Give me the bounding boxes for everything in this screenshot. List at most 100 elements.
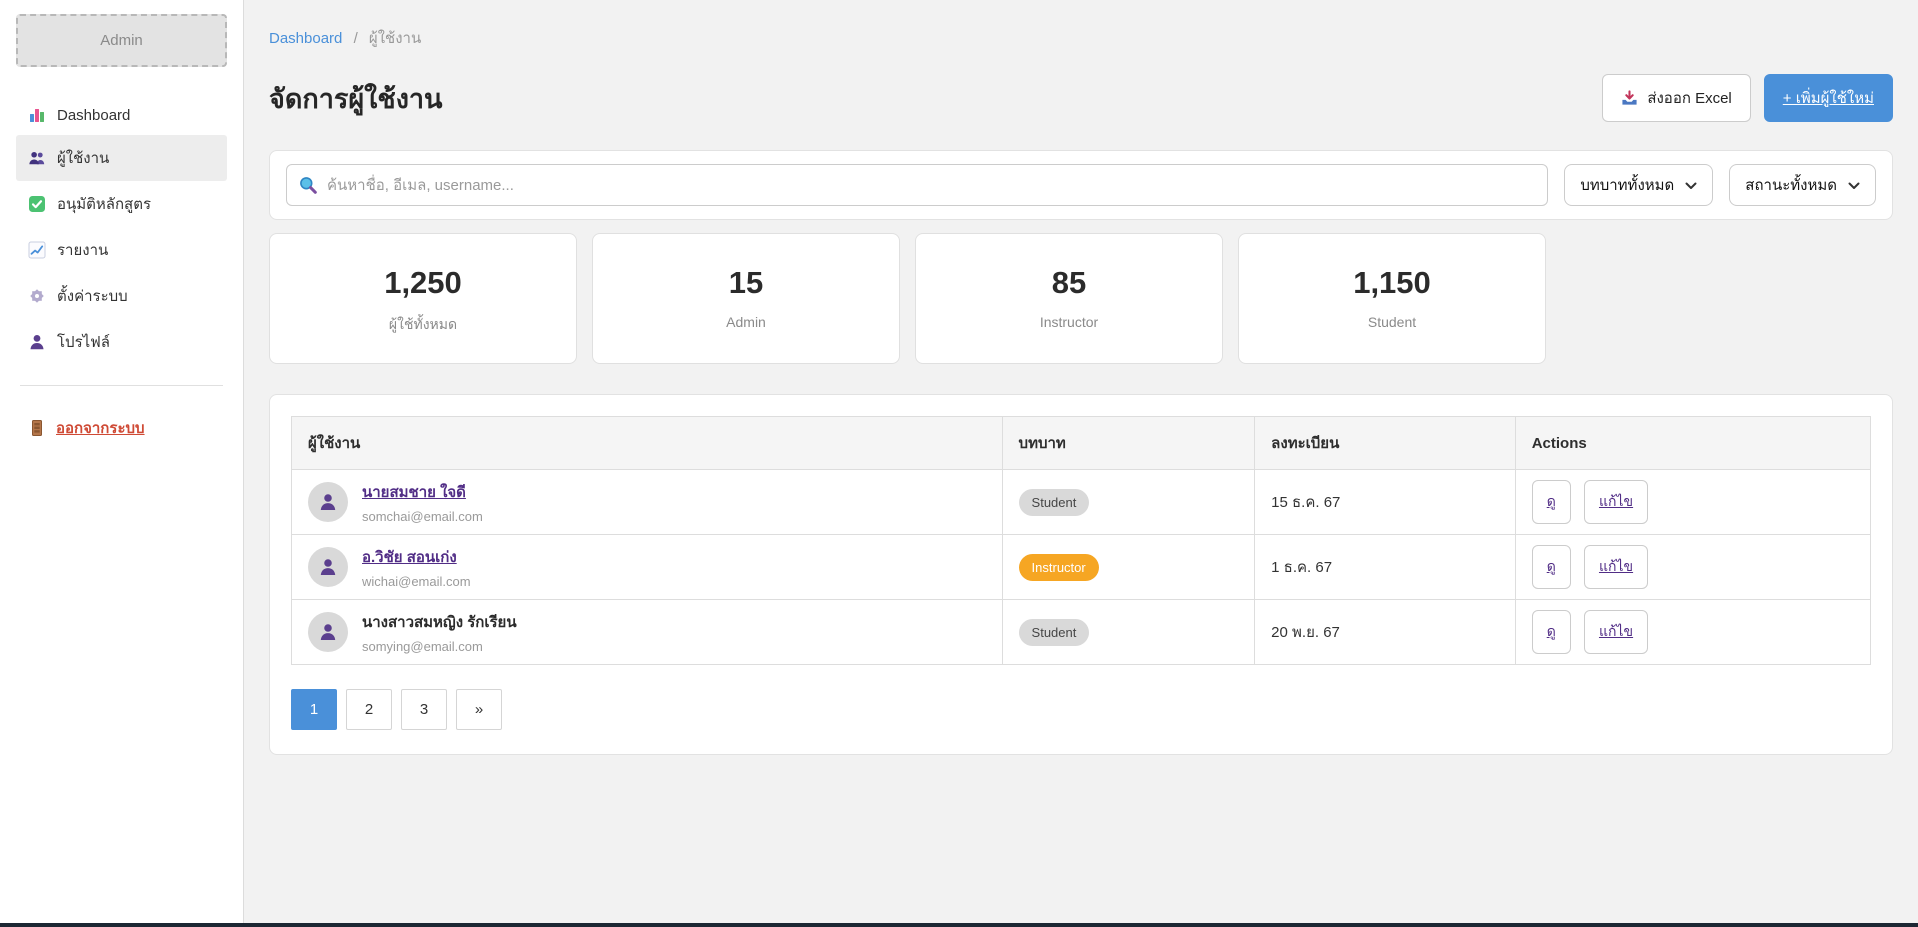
stat-card-student: 1,150 Student (1238, 233, 1546, 364)
check-icon (28, 195, 46, 213)
edit-button[interactable]: แก้ไข (1584, 545, 1648, 589)
user-name-link[interactable]: อ.วิชัย สอนเก่ง (362, 545, 457, 569)
stat-card-instructor: 85 Instructor (915, 233, 1223, 364)
sidebar-item-label: โปรไฟล์ (57, 330, 110, 354)
pagination-page-1[interactable]: 1 (291, 689, 337, 730)
stat-label: ผู้ใช้ทั้งหมด (280, 314, 566, 336)
sidebar-item-label: รายงาน (57, 238, 108, 262)
edit-button[interactable]: แก้ไข (1584, 610, 1648, 654)
role-filter-value: บทบาททั้งหมด (1580, 173, 1674, 197)
pagination: 1 2 3 » (291, 689, 1871, 730)
export-excel-label: ส่งออก Excel (1647, 86, 1731, 110)
registered-date: 15 ธ.ค. 67 (1271, 494, 1340, 511)
table-row: นายสมชาย ใจดี somchai@email.com Student … (292, 470, 1871, 535)
column-header-user: ผู้ใช้งาน (292, 417, 1003, 470)
page-header: จัดการผู้ใช้งาน ส่งออก Excel + เพิ่มผู้ใ… (269, 74, 1893, 122)
status-filter-select[interactable]: สถานะทั้งหมด (1729, 164, 1876, 206)
stat-value: 15 (603, 265, 889, 301)
stat-value: 85 (926, 265, 1212, 301)
user-email: somchai@email.com (362, 509, 483, 524)
column-header-role: บทบาท (1002, 417, 1255, 470)
export-excel-button[interactable]: ส่งออก Excel (1602, 74, 1750, 122)
stat-label: Student (1249, 314, 1535, 330)
avatar (308, 612, 348, 652)
pagination-next[interactable]: » (456, 689, 502, 730)
role-badge: Student (1019, 619, 1090, 646)
search-wrapper (286, 164, 1548, 206)
breadcrumb: Dashboard / ผู้ใช้งาน (269, 26, 1893, 50)
add-user-button[interactable]: + เพิ่มผู้ใช้ใหม่ (1764, 74, 1893, 122)
role-filter-select[interactable]: บทบาททั้งหมด (1564, 164, 1713, 206)
bar-chart-icon (28, 106, 46, 124)
sidebar-item-course-approval[interactable]: อนุมัติหลักสูตร (16, 181, 227, 227)
user-email: wichai@email.com (362, 574, 471, 589)
table-header-row: ผู้ใช้งาน บทบาท ลงทะเบียน Actions (292, 417, 1871, 470)
view-button[interactable]: ดู (1532, 610, 1571, 654)
sidebar-item-users[interactable]: ผู้ใช้งาน (16, 135, 227, 181)
person-icon (28, 333, 46, 351)
chevron-down-icon (1685, 177, 1697, 194)
stats-row: 1,250 ผู้ใช้ทั้งหมด 15 Admin 85 Instruct… (269, 233, 1546, 364)
main-content: Dashboard / ผู้ใช้งาน จัดการผู้ใช้งาน ส่… (244, 0, 1918, 927)
chevron-down-icon (1848, 177, 1860, 194)
registered-date: 20 พ.ย. 67 (1271, 624, 1340, 641)
user-cell: นางสาวสมหญิง รักเรียน somying@email.com (308, 610, 986, 654)
sidebar-item-profile[interactable]: โปรไฟล์ (16, 319, 227, 365)
sidebar: Admin Dashboard ผู้ใช้งาน อนุมัติหลักสูต… (0, 0, 244, 927)
line-chart-icon (28, 241, 46, 259)
stat-label: Instructor (926, 314, 1212, 330)
avatar (308, 547, 348, 587)
window-bottom-edge (0, 923, 1918, 927)
gear-icon (28, 287, 46, 305)
edit-button[interactable]: แก้ไข (1584, 480, 1648, 524)
user-info: อ.วิชัย สอนเก่ง wichai@email.com (362, 545, 471, 589)
breadcrumb-current: ผู้ใช้งาน (369, 30, 421, 47)
stat-value: 1,250 (280, 265, 566, 301)
user-name-link[interactable]: นางสาวสมหญิง รักเรียน (362, 610, 517, 634)
users-table-panel: ผู้ใช้งาน บทบาท ลงทะเบียน Actions (269, 394, 1893, 755)
admin-logo-box: Admin (16, 14, 227, 67)
user-cell: อ.วิชัย สอนเก่ง wichai@email.com (308, 545, 986, 589)
pagination-page-3[interactable]: 3 (401, 689, 447, 730)
sidebar-item-reports[interactable]: รายงาน (16, 227, 227, 273)
stat-card-total-users: 1,250 ผู้ใช้ทั้งหมด (269, 233, 577, 364)
role-badge: Student (1019, 489, 1090, 516)
download-icon (1621, 90, 1638, 107)
table-row: นางสาวสมหญิง รักเรียน somying@email.com … (292, 600, 1871, 665)
registered-date: 1 ธ.ค. 67 (1271, 559, 1332, 576)
sidebar-item-label: อนุมัติหลักสูตร (57, 192, 151, 216)
users-icon (28, 149, 46, 167)
sidebar-item-label: ผู้ใช้งาน (57, 146, 109, 170)
column-header-actions: Actions (1515, 417, 1870, 470)
view-button[interactable]: ดู (1532, 480, 1571, 524)
breadcrumb-separator: / (354, 30, 358, 47)
role-badge: Instructor (1019, 554, 1099, 581)
app-window: Admin Dashboard ผู้ใช้งาน อนุมัติหลักสูต… (0, 0, 1918, 927)
user-info: นายสมชาย ใจดี somchai@email.com (362, 480, 483, 524)
user-email: somying@email.com (362, 639, 517, 654)
view-button[interactable]: ดู (1532, 545, 1571, 589)
filter-panel: บทบาททั้งหมด สถานะทั้งหมด (269, 150, 1893, 220)
search-icon (298, 175, 318, 195)
admin-logo-label: Admin (100, 32, 143, 49)
users-table: ผู้ใช้งาน บทบาท ลงทะเบียน Actions (291, 416, 1871, 665)
sidebar-item-dashboard[interactable]: Dashboard (16, 95, 227, 135)
stat-label: Admin (603, 314, 889, 330)
header-actions: ส่งออก Excel + เพิ่มผู้ใช้ใหม่ (1602, 74, 1893, 122)
user-name-link[interactable]: นายสมชาย ใจดี (362, 480, 466, 504)
avatar (308, 482, 348, 522)
sidebar-item-label: Dashboard (57, 107, 130, 124)
pagination-page-2[interactable]: 2 (346, 689, 392, 730)
sidebar-item-label: ตั้งค่าระบบ (57, 284, 128, 308)
logout-link[interactable]: ออกจากระบบ (16, 412, 227, 444)
table-row: อ.วิชัย สอนเก่ง wichai@email.com Instruc… (292, 535, 1871, 600)
sidebar-nav: Dashboard ผู้ใช้งาน อนุมัติหลักสูตร รายง… (16, 95, 227, 365)
logout-label: ออกจากระบบ (56, 416, 145, 440)
search-input[interactable] (286, 164, 1548, 206)
sidebar-divider (20, 385, 223, 386)
user-info: นางสาวสมหญิง รักเรียน somying@email.com (362, 610, 517, 654)
sidebar-item-settings[interactable]: ตั้งค่าระบบ (16, 273, 227, 319)
status-filter-value: สถานะทั้งหมด (1745, 173, 1837, 197)
stat-value: 1,150 (1249, 265, 1535, 301)
breadcrumb-dashboard-link[interactable]: Dashboard (269, 30, 342, 47)
